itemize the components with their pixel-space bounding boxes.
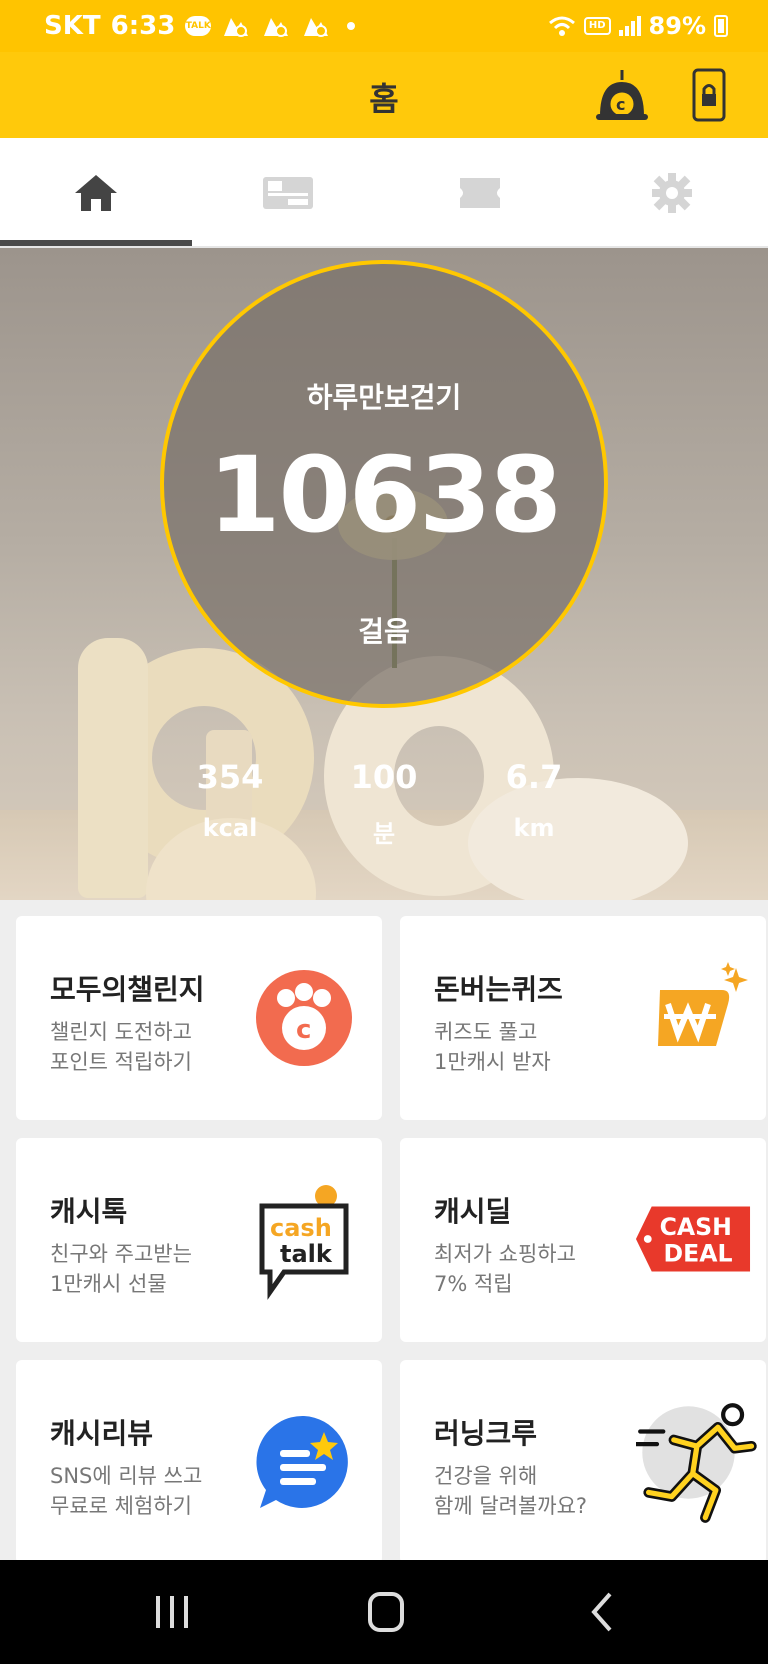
step-count-circle[interactable]: 하루만보걷기 10638 걸음: [160, 260, 608, 708]
card-description: 최저가 쇼핑하고: [434, 1242, 576, 1266]
tab-settings[interactable]: [576, 138, 768, 248]
cash-deal-card[interactable]: 캐시딜 최저가 쇼핑하고 7% 적립 CASH DEAL: [400, 1138, 766, 1342]
won-quiz-icon: [658, 962, 748, 1046]
card-title: 돈버는퀴즈: [434, 973, 563, 1006]
hd-voice-icon: HD: [583, 17, 611, 35]
stat-unit: kcal: [202, 814, 258, 842]
background-vase: [78, 638, 148, 898]
stat-value: 354: [196, 758, 264, 796]
card-description: 퀴즈도 풀고: [434, 1020, 538, 1044]
card-description: 챌린지 도전하고: [50, 1020, 192, 1044]
cash-talk-icon-text: talk: [280, 1240, 333, 1268]
clock: 6:33: [110, 11, 176, 41]
tab-bar: [0, 138, 768, 248]
coin-notification-icon: [304, 18, 329, 37]
app-bar: 홈 c: [0, 52, 768, 138]
card-description: 함께 달려볼까요?: [434, 1494, 588, 1518]
card-title: 러닝크루: [434, 1417, 538, 1450]
system-navigation-bar: [0, 1560, 768, 1664]
card-description: 친구와 주고받는: [50, 1242, 192, 1266]
more-notifications-dot: [347, 22, 356, 30]
card-title: 캐시딜: [434, 1195, 512, 1228]
quiz-card[interactable]: 돈버는퀴즈 퀴즈도 풀고 1만캐시 받자: [400, 916, 766, 1120]
running-crew-card[interactable]: 러닝크루 건강을 위해 함께 달려볼까요?: [400, 1360, 766, 1564]
cash-talk-icon: cash talk: [259, 1185, 349, 1300]
gift-card-icon: [263, 177, 313, 209]
ticket-icon: [460, 178, 500, 208]
gear-icon: [652, 173, 692, 213]
battery-percent: 89%: [648, 12, 706, 40]
tab-ticket[interactable]: [384, 138, 576, 248]
tab-gift-card[interactable]: [192, 138, 384, 248]
card-description: 1만캐시 선물: [50, 1272, 167, 1296]
card-description: SNS에 리뷰 쓰고: [50, 1464, 203, 1488]
svg-text:c: c: [296, 1015, 311, 1045]
wifi-icon: [548, 16, 575, 36]
back-button[interactable]: [572, 1590, 632, 1634]
review-chat-icon: [256, 1415, 348, 1508]
stat-value: 6.7: [505, 758, 563, 796]
cash-deal-icon: CASH DEAL: [635, 1206, 751, 1272]
cash-talk-icon-text: cash: [270, 1214, 332, 1242]
card-title: 캐시리뷰: [50, 1417, 154, 1450]
coin-notification-icon: [264, 18, 289, 37]
kakaotalk-notification-icon: TALK: [185, 16, 212, 36]
status-bar: SKT 6:33 TALK HD 89%: [0, 0, 768, 52]
card-title: 캐시톡: [50, 1195, 128, 1228]
battery-icon: [714, 15, 728, 37]
lock-screen-icon[interactable]: [692, 68, 726, 122]
coin-notification-icon: [224, 18, 249, 37]
stat-unit: km: [513, 814, 555, 842]
signal-icon: [618, 16, 641, 36]
cash-deal-icon-text: CASH: [660, 1213, 732, 1241]
card-description: 건강을 위해: [434, 1464, 538, 1488]
recent-apps-button[interactable]: [142, 1590, 202, 1634]
tab-home[interactable]: [0, 138, 192, 248]
card-title: 모두의챌린지: [50, 973, 205, 1006]
cash-talk-card[interactable]: 캐시톡 친구와 주고받는 1만캐시 선물 cash talk: [16, 1138, 382, 1342]
cash-deal-icon-text: DEAL: [664, 1240, 733, 1268]
stat-value: 100: [350, 758, 418, 796]
step-counter-hero: 하루만보걷기 10638 걸음 354 kcal 100 분 6.7 km: [0, 248, 768, 900]
stat-unit: 분: [372, 820, 396, 848]
step-unit: 걸음: [358, 615, 410, 648]
runner-icon: [636, 1403, 757, 1523]
svg-text:c: c: [616, 95, 625, 114]
paw-coin-icon: c: [256, 970, 352, 1066]
stat-calories: 354 kcal: [170, 758, 290, 842]
carrier-label: SKT: [44, 11, 101, 41]
card-description: 1만캐시 받자: [434, 1050, 551, 1074]
home-icon: [75, 175, 117, 211]
step-title: 하루만보걷기: [306, 381, 462, 414]
home-button[interactable]: [356, 1590, 416, 1634]
card-description: 포인트 적립하기: [50, 1050, 192, 1074]
stat-distance: 6.7 km: [474, 758, 594, 842]
stat-minutes: 100 분: [324, 758, 444, 849]
challenge-card[interactable]: 모두의챌린지 챌린지 도전하고 포인트 적립하기 c: [16, 916, 382, 1120]
cash-character-icon[interactable]: c: [594, 68, 650, 122]
card-description: 무료로 체험하기: [50, 1494, 192, 1518]
card-description: 7% 적립: [434, 1272, 513, 1296]
cash-review-card[interactable]: 캐시리뷰 SNS에 리뷰 쓰고 무료로 체험하기: [16, 1360, 382, 1564]
page-title: 홈: [369, 80, 399, 118]
step-count: 10638: [208, 434, 562, 556]
